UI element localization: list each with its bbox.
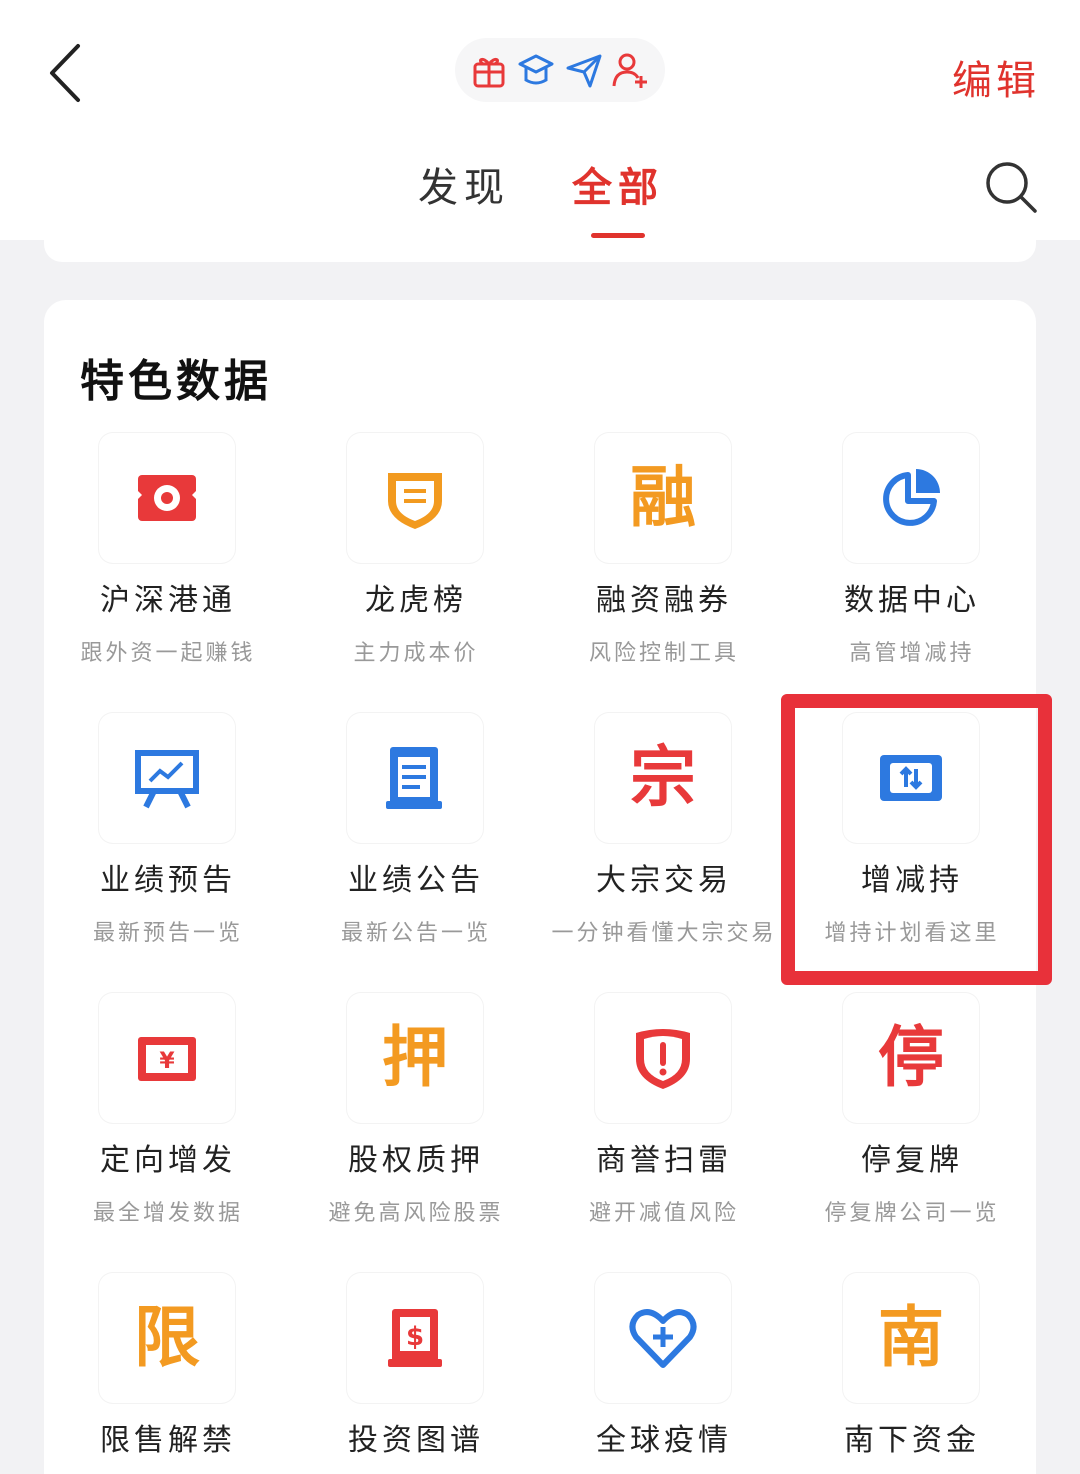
gift-icon[interactable] [469,50,509,90]
xian-glyph-icon: 限 [134,1299,200,1376]
item-desc: 最新预告一览 [92,921,243,946]
item-label: 业绩预告 [100,863,236,898]
item-label: 商誉扫雷 [596,1143,732,1178]
shield-badge-icon [388,473,442,529]
rong-glyph-icon: 融 [630,459,696,536]
svg-text:$: $ [406,1322,424,1352]
tab-discover[interactable]: 发现 [418,155,510,213]
icon-tile: 限 [99,1273,235,1403]
grid-item-earnings-announcement[interactable]: 业绩公告 最新公告一览 [292,705,540,985]
item-desc: 避免高风险股票 [328,1201,504,1226]
search-icon[interactable] [982,158,1040,216]
icon-tile: $ [347,1273,483,1403]
icon-tile [595,993,731,1123]
icon-tile: 押 [347,993,483,1123]
item-label: 限售解禁 [100,1423,236,1458]
back-arrow-icon[interactable] [40,38,100,108]
item-label: 定向增发 [100,1143,236,1178]
graduation-cap-icon[interactable] [516,50,556,90]
grid-item-block-trade[interactable]: 宗 大宗交易 一分钟看懂大宗交易 [540,705,788,985]
item-label: 南下资金 [844,1423,980,1458]
dollar-book-icon: $ [388,1309,442,1367]
ting-glyph-icon: 停 [878,1019,944,1096]
item-label: 投资图谱 [348,1423,484,1458]
item-desc: 停复牌公司一览 [824,1201,1000,1226]
item-label: 龙虎榜 [365,583,467,618]
grid-item-southbound-funds[interactable]: 南 南下资金 [788,1265,1036,1474]
pie-chart-icon [883,469,940,526]
item-label: 沪深港通 [100,583,236,618]
grid-item-suspension-resumption[interactable]: 停 停复牌 停复牌公司一览 [788,985,1036,1265]
top-bar: 编辑 发现 全部 [0,0,1080,240]
paper-plane-icon[interactable] [564,50,604,90]
item-desc: 跟外资一起赚钱 [80,641,256,666]
grid-item-equity-pledge[interactable]: 押 股权质押 避免高风险股票 [292,985,540,1265]
icon-tile [347,713,483,843]
grid-item-dragon-tiger-list[interactable]: 龙虎榜 主力成本价 [292,425,540,705]
grid-item-goodwill-scan[interactable]: 商誉扫雷 避开减值风险 [540,985,788,1265]
active-tab-indicator [591,233,645,238]
previous-card-edge [44,240,1036,262]
icon-tile: ¥ [99,993,235,1123]
icon-tile [595,1273,731,1403]
icon-tile: 宗 [595,713,731,843]
item-label: 融资融券 [596,583,732,618]
grid-item-earnings-forecast[interactable]: 业绩预告 最新预告一览 [44,705,292,985]
icon-tile [843,433,979,563]
icon-tile: 融 [595,433,731,563]
grid-item-hk-connect[interactable]: 沪深港通 跟外资一起赚钱 [44,425,292,705]
section-title: 特色数据 [80,356,272,407]
icon-tile: 停 [843,993,979,1123]
add-user-icon[interactable] [611,50,651,90]
item-label: 业绩公告 [348,863,484,898]
svg-text:¥: ¥ [159,1049,175,1074]
item-label: 股权质押 [348,1143,484,1178]
tab-all[interactable]: 全部 [572,155,664,213]
item-label: 全球疫情 [596,1423,732,1458]
item-label: 停复牌 [861,1143,963,1178]
grid-item-investment-map[interactable]: $ 投资图谱 [292,1265,540,1474]
item-desc: 一分钟看懂大宗交易 [551,921,777,946]
edit-button[interactable]: 编辑 [952,48,1040,106]
item-desc: 高管增减持 [849,641,975,666]
yen-note-icon: ¥ [138,1037,196,1081]
quick-actions [455,38,665,102]
icon-tile [99,713,235,843]
icon-tile [99,433,235,563]
item-desc: 避开减值风险 [588,1201,739,1226]
item-desc: 风险控制工具 [588,641,739,666]
presentation-chart-icon [135,750,199,809]
item-label: 数据中心 [844,583,980,618]
grid-item-private-placement[interactable]: ¥ 定向增发 最全增发数据 [44,985,292,1265]
alert-shield-icon [636,1029,690,1089]
grid-item-global-epidemic[interactable]: 全球疫情 [540,1265,788,1474]
tab-bar: 发现 全部 [0,155,1080,238]
ya-glyph-icon: 押 [382,1019,448,1096]
item-desc: 最新公告一览 [340,921,491,946]
item-label: 大宗交易 [596,863,732,898]
item-desc: 最全增发数据 [92,1201,243,1226]
grid-item-data-center[interactable]: 数据中心 高管增减持 [788,425,1036,705]
hk-flag-icon [136,475,198,521]
icon-tile: 南 [843,1273,979,1403]
grid-item-lockup-expiry[interactable]: 限 限售解禁 [44,1265,292,1474]
grid-item-margin-trading[interactable]: 融 融资融券 风险控制工具 [540,425,788,705]
item-desc: 主力成本价 [353,641,479,666]
zong-glyph-icon: 宗 [630,739,696,816]
document-icon [386,747,442,809]
heart-plus-icon [629,1309,697,1368]
icon-tile [347,433,483,563]
highlight-box [781,694,1052,985]
nan-glyph-icon: 南 [878,1299,944,1376]
